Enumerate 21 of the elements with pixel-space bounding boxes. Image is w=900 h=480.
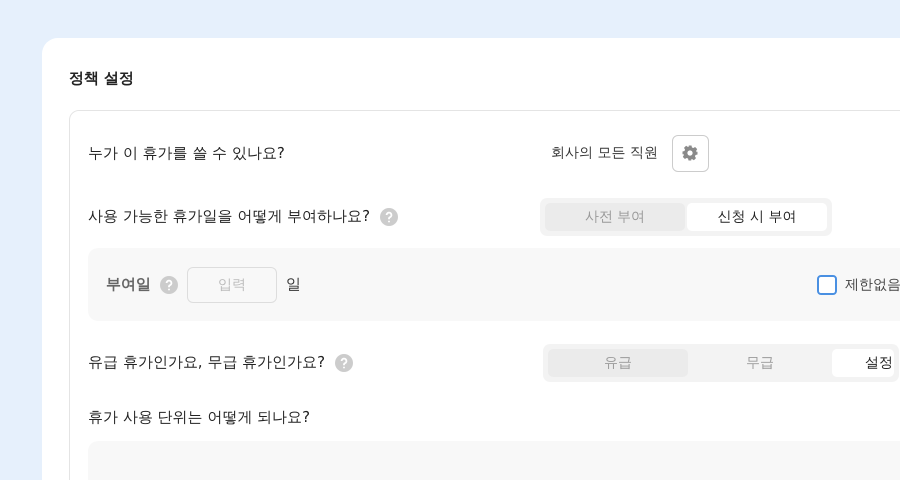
unit-text: 일 [286, 275, 301, 294]
segment-option[interactable]: 무급 [690, 348, 830, 376]
employee-scope-text: 회사의 모든 직원 [551, 144, 658, 162]
question-text: 누가 이 휴가를 쓸 수 있나요? [88, 144, 286, 162]
segment-option[interactable]: 설정 [832, 348, 894, 376]
section-title: 정책 설정 [69, 68, 136, 88]
question-text: 유급 휴가인가요, 무급 휴가인가요? [88, 353, 326, 372]
help-icon[interactable] [380, 208, 398, 226]
field-label: 부여일 [106, 275, 151, 294]
help-icon[interactable] [160, 276, 178, 294]
checkbox-label: 제한없음 [845, 276, 900, 294]
segment-option[interactable]: 유급 [548, 348, 688, 376]
segment-option[interactable]: 신청 시 부여 [687, 202, 827, 230]
checkbox[interactable] [817, 274, 837, 294]
settings-icon [681, 144, 700, 162]
help-icon[interactable] [335, 354, 354, 372]
settings-button[interactable] [672, 134, 709, 172]
segment-option[interactable]: 사전 부여 [545, 202, 685, 230]
question-text: 휴가 사용 단위는 어떻게 되나요? [88, 408, 310, 426]
input-field[interactable]: 입력 [187, 266, 277, 302]
question-text: 사용 가능한 휴가일을 어떻게 부여하나요? [88, 207, 370, 226]
